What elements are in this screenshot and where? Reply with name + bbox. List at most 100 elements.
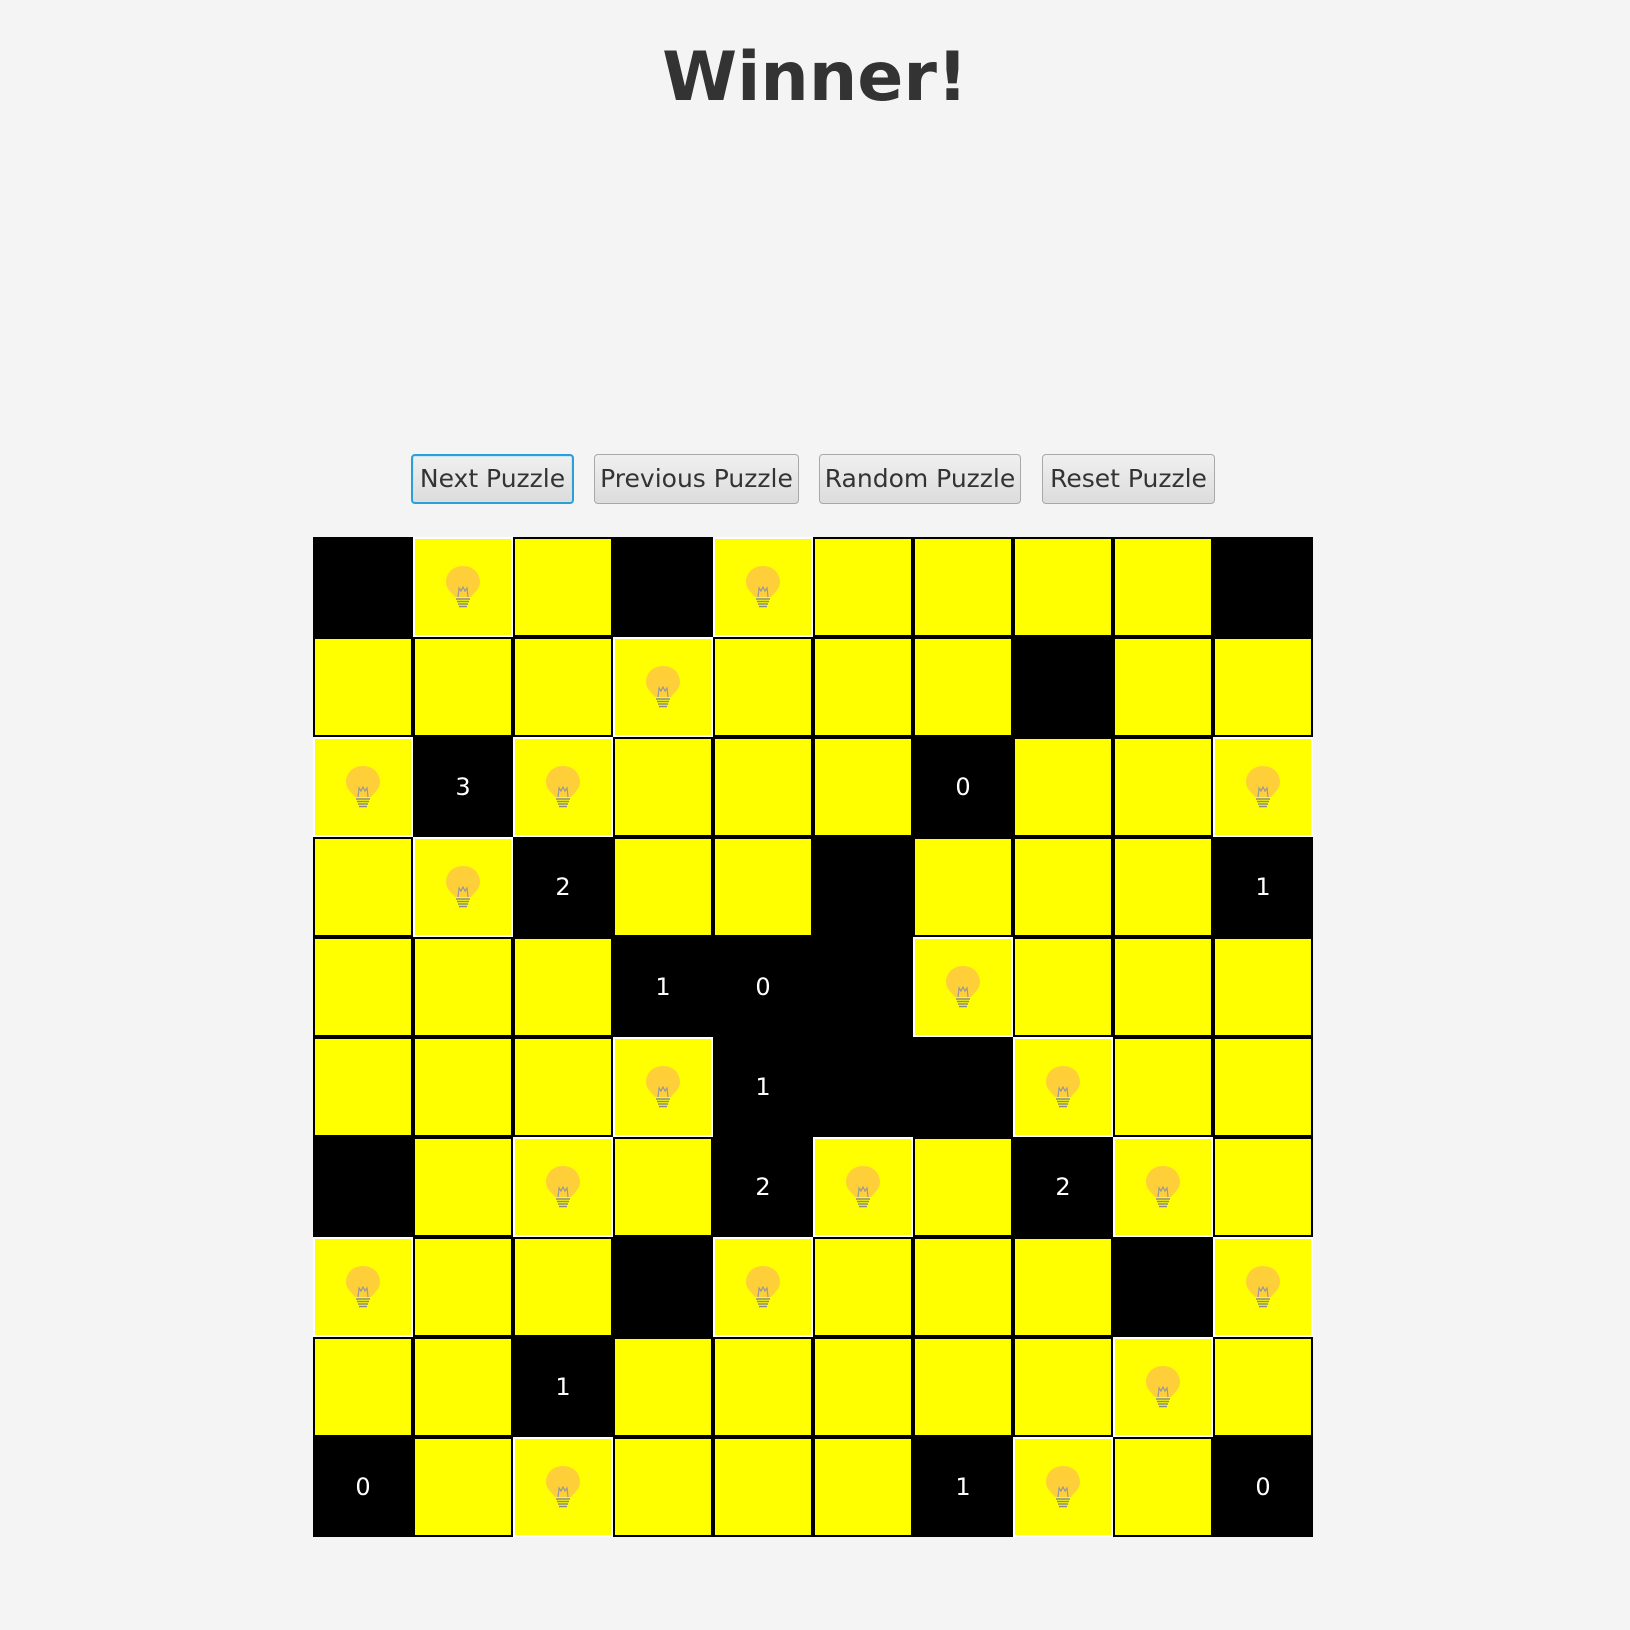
bulb-cell[interactable] — [1013, 1437, 1113, 1537]
lit-cell[interactable] — [913, 537, 1013, 637]
clue-number: 0 — [1255, 1473, 1271, 1501]
lit-cell[interactable] — [713, 637, 813, 737]
clue-number: 1 — [755, 1073, 771, 1101]
lit-cell[interactable] — [413, 937, 513, 1037]
bulb-cell[interactable] — [713, 537, 813, 637]
lit-cell[interactable] — [1213, 937, 1313, 1037]
lit-cell[interactable] — [513, 537, 613, 637]
numbered-wall-cell: 0 — [713, 937, 813, 1037]
lit-cell[interactable] — [913, 1337, 1013, 1437]
lit-cell[interactable] — [1113, 537, 1213, 637]
bulb-cell[interactable] — [1213, 737, 1313, 837]
lit-cell[interactable] — [513, 1237, 613, 1337]
lit-cell[interactable] — [413, 1437, 513, 1537]
lit-cell[interactable] — [1213, 1037, 1313, 1137]
wall-cell — [313, 1137, 413, 1237]
previous-puzzle-button[interactable]: Previous Puzzle — [594, 454, 799, 504]
bulb-cell[interactable] — [1113, 1137, 1213, 1237]
wall-cell — [1013, 637, 1113, 737]
lit-cell[interactable] — [813, 1337, 913, 1437]
lit-cell[interactable] — [813, 637, 913, 737]
numbered-wall-cell: 0 — [1213, 1437, 1313, 1537]
lit-cell[interactable] — [613, 837, 713, 937]
numbered-wall-cell: 1 — [1213, 837, 1313, 937]
lit-cell[interactable] — [713, 837, 813, 937]
bulb-cell[interactable] — [1013, 1037, 1113, 1137]
lit-cell[interactable] — [1213, 1137, 1313, 1237]
bulb-cell[interactable] — [813, 1137, 913, 1237]
bulb-cell[interactable] — [313, 737, 413, 837]
wall-cell — [813, 837, 913, 937]
bulb-cell[interactable] — [1213, 1237, 1313, 1337]
lit-cell[interactable] — [313, 1337, 413, 1437]
bulb-cell[interactable] — [613, 1037, 713, 1137]
lightbulb-icon — [346, 766, 380, 808]
lit-cell[interactable] — [313, 837, 413, 937]
lit-cell[interactable] — [1113, 1437, 1213, 1537]
numbered-wall-cell: 3 — [413, 737, 513, 837]
lit-cell[interactable] — [913, 1237, 1013, 1337]
lit-cell[interactable] — [1113, 737, 1213, 837]
bulb-cell[interactable] — [513, 1437, 613, 1537]
lit-cell[interactable] — [813, 737, 913, 837]
lit-cell[interactable] — [813, 1237, 913, 1337]
lit-cell[interactable] — [1213, 637, 1313, 737]
lit-cell[interactable] — [1113, 937, 1213, 1037]
bulb-cell[interactable] — [613, 637, 713, 737]
lit-cell[interactable] — [913, 637, 1013, 737]
lit-cell[interactable] — [1013, 737, 1113, 837]
wall-cell — [313, 537, 413, 637]
next-puzzle-button[interactable]: Next Puzzle — [411, 454, 574, 504]
lightbulb-icon — [1046, 1466, 1080, 1508]
reset-puzzle-button[interactable]: Reset Puzzle — [1042, 454, 1215, 504]
lit-cell[interactable] — [413, 1137, 513, 1237]
clue-number: 1 — [555, 1373, 571, 1401]
lit-cell[interactable] — [813, 537, 913, 637]
lit-cell[interactable] — [1013, 537, 1113, 637]
random-puzzle-button[interactable]: Random Puzzle — [819, 454, 1021, 504]
lit-cell[interactable] — [713, 737, 813, 837]
lit-cell[interactable] — [313, 937, 413, 1037]
bulb-cell[interactable] — [413, 537, 513, 637]
lit-cell[interactable] — [913, 1137, 1013, 1237]
bulb-cell[interactable] — [413, 837, 513, 937]
lit-cell[interactable] — [1113, 1037, 1213, 1137]
bulb-cell[interactable] — [313, 1237, 413, 1337]
lit-cell[interactable] — [313, 1037, 413, 1137]
lit-cell[interactable] — [613, 1337, 713, 1437]
lit-cell[interactable] — [713, 1337, 813, 1437]
lit-cell[interactable] — [713, 1437, 813, 1537]
lit-cell[interactable] — [413, 1337, 513, 1437]
lit-cell[interactable] — [413, 1237, 513, 1337]
lit-cell[interactable] — [613, 1437, 713, 1537]
bulb-cell[interactable] — [913, 937, 1013, 1037]
lightbulb-icon — [746, 1266, 780, 1308]
lit-cell[interactable] — [513, 937, 613, 1037]
wall-cell — [1113, 1237, 1213, 1337]
lit-cell[interactable] — [1013, 837, 1113, 937]
numbered-wall-cell: 2 — [713, 1137, 813, 1237]
lit-cell[interactable] — [1113, 837, 1213, 937]
bulb-cell[interactable] — [713, 1237, 813, 1337]
lit-cell[interactable] — [613, 1137, 713, 1237]
lit-cell[interactable] — [913, 837, 1013, 937]
lit-cell[interactable] — [513, 1037, 613, 1137]
lit-cell[interactable] — [1213, 1337, 1313, 1437]
lit-cell[interactable] — [613, 737, 713, 837]
clue-number: 2 — [755, 1173, 771, 1201]
lit-cell[interactable] — [1013, 1337, 1113, 1437]
lit-cell[interactable] — [1013, 937, 1113, 1037]
lightbulb-icon — [646, 666, 680, 708]
lit-cell[interactable] — [513, 637, 613, 737]
lit-cell[interactable] — [813, 1437, 913, 1537]
lightbulb-icon — [446, 866, 480, 908]
lit-cell[interactable] — [1013, 1237, 1113, 1337]
lit-cell[interactable] — [1113, 637, 1213, 737]
lit-cell[interactable] — [313, 637, 413, 737]
bulb-cell[interactable] — [1113, 1337, 1213, 1437]
lit-cell[interactable] — [413, 1037, 513, 1137]
lit-cell[interactable] — [413, 637, 513, 737]
clue-number: 2 — [1055, 1173, 1071, 1201]
bulb-cell[interactable] — [513, 737, 613, 837]
bulb-cell[interactable] — [513, 1137, 613, 1237]
